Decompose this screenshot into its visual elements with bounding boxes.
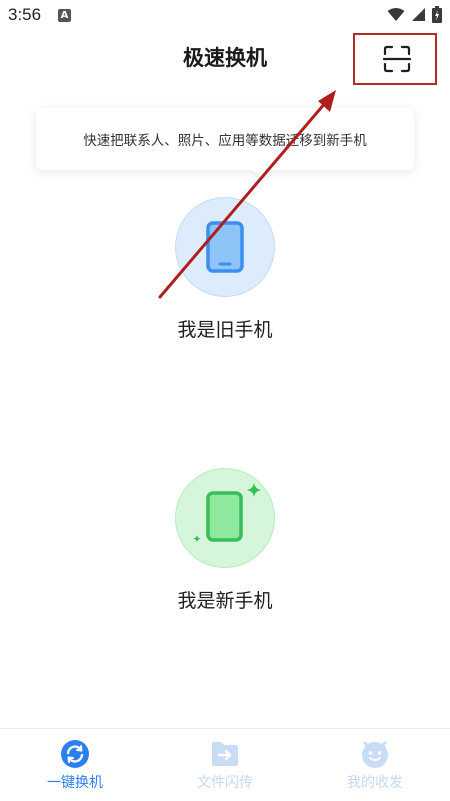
new-phone-circle [175, 468, 275, 568]
old-phone-label: 我是旧手机 [177, 319, 273, 341]
nav-item-one-click-switch[interactable]: 一键换机 [0, 729, 150, 801]
battery-charging-icon [432, 6, 442, 23]
bottom-nav: 一键换机 文件闪传 我的收发 [0, 728, 450, 801]
nav-label: 我的收发 [347, 775, 403, 791]
status-bar: 3:56 A [0, 0, 450, 32]
scan-button[interactable] [353, 33, 437, 85]
tip-pointer [253, 170, 271, 179]
tip-text: 快速把联系人、照片、应用等数据迁移到新手机 [83, 133, 367, 149]
nav-item-file-transfer[interactable]: 文件闪传 [150, 729, 300, 801]
status-time: 3:56 [8, 5, 42, 24]
sync-icon [61, 740, 89, 768]
nav-label: 文件闪传 [197, 775, 253, 791]
scan-icon [383, 45, 411, 73]
status-icons [387, 6, 442, 23]
tip-card: 快速把联系人、照片、应用等数据迁移到新手机 [36, 108, 414, 179]
old-phone-button[interactable]: 我是旧手机 [125, 197, 325, 342]
file-transfer-icon [212, 742, 238, 766]
phone-icon [206, 221, 244, 273]
nav-label: 一键换机 [47, 775, 103, 791]
wifi-icon [387, 8, 405, 21]
signal-icon [412, 8, 425, 21]
nav-item-my-transfers[interactable]: 我的收发 [300, 729, 450, 801]
new-phone-label: 我是新手机 [177, 590, 273, 612]
new-phone-button[interactable]: 我是新手机 [125, 468, 325, 613]
a-notification-icon: A [58, 9, 71, 22]
old-phone-circle [175, 197, 275, 297]
phone-sparkle-icon [193, 483, 261, 543]
smiley-icon [362, 741, 388, 768]
